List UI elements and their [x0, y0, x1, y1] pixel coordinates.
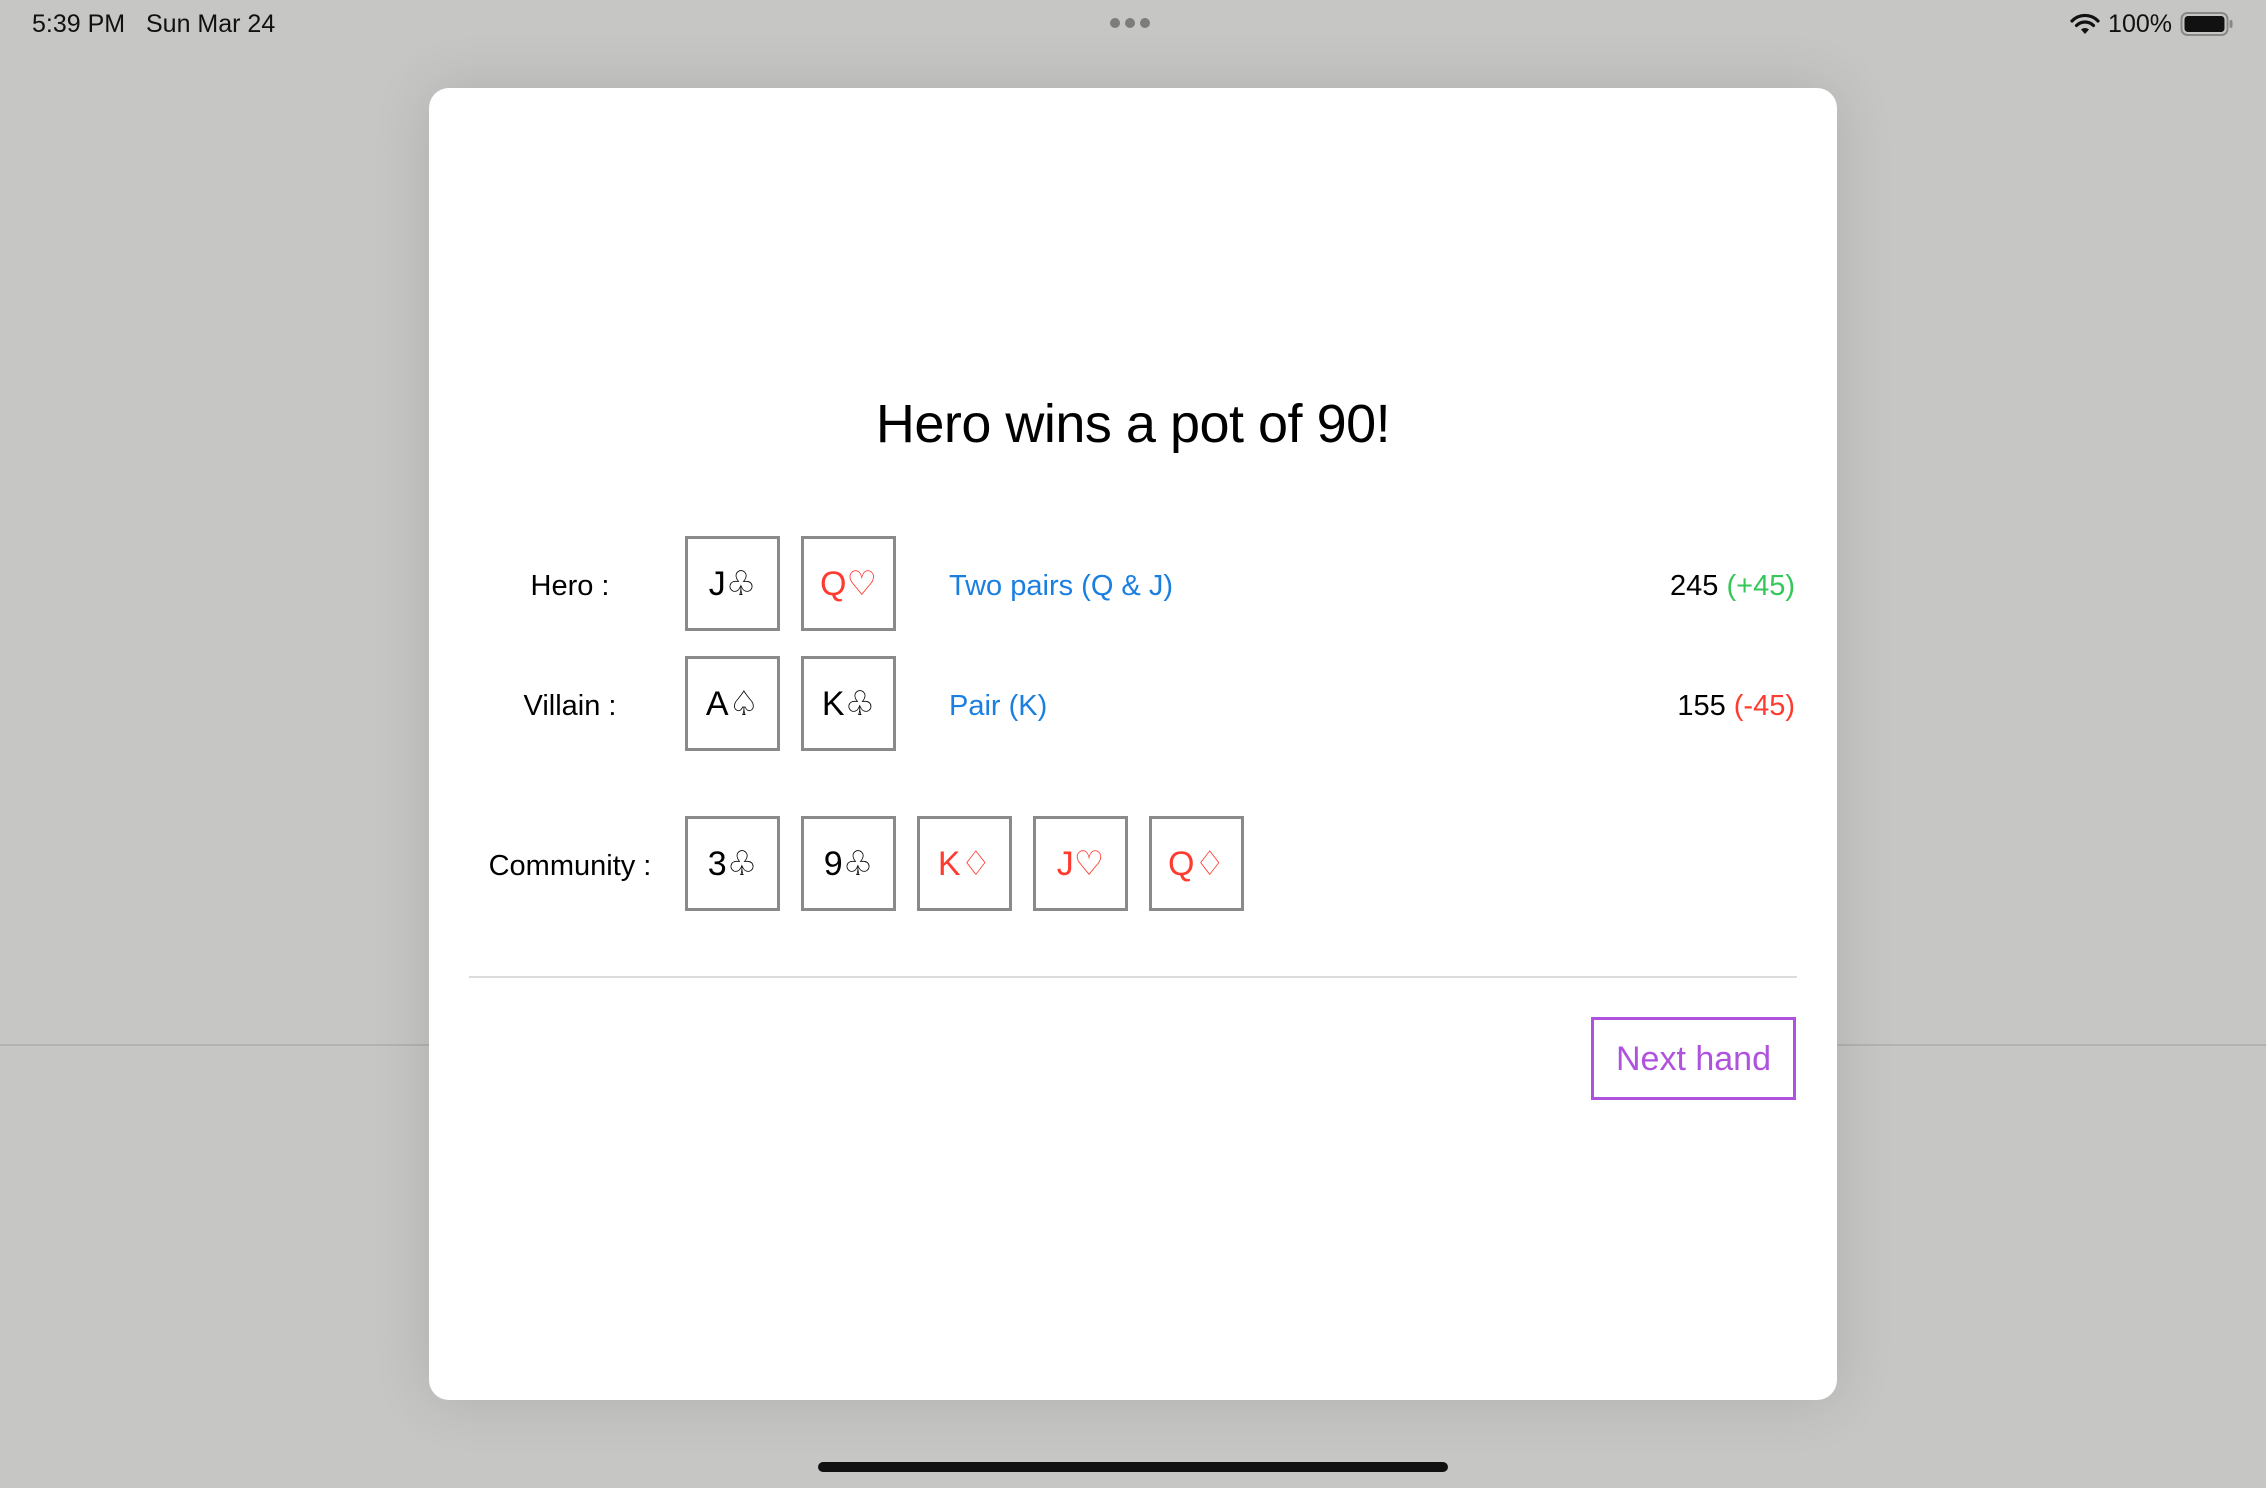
card-value: K♧ [821, 684, 876, 723]
result-title: Hero wins a pot of 90! [875, 394, 1391, 454]
community-card-2: 9♧ [801, 816, 896, 911]
multitask-dots-icon[interactable] [1110, 18, 1150, 28]
villain-card-1: A♤ [685, 656, 780, 751]
card-value: K♢ [937, 844, 992, 883]
community-label: Community : [488, 850, 652, 882]
villain-hand-name: Pair (K) [949, 690, 1048, 722]
villain-stack: 155 (-45) [1677, 688, 1795, 724]
wifi-icon [2070, 12, 2100, 36]
hand-result-dialog: Hero wins a pot of 90! Hero : J♧ Q♡ Two … [429, 88, 1837, 1400]
card-value: J♡ [1056, 844, 1105, 883]
hero-stack: 245 (+45) [1670, 568, 1795, 604]
community-card-5: Q♢ [1149, 816, 1244, 911]
card-value: Q♢ [1168, 844, 1225, 883]
card-value: Q♡ [820, 564, 877, 603]
dialog-divider [469, 976, 1797, 978]
card-value: 3♧ [707, 844, 758, 883]
battery-icon [2180, 11, 2234, 37]
status-time: 5:39 PM [32, 10, 126, 38]
community-card-4: J♡ [1033, 816, 1128, 911]
home-indicator[interactable] [818, 1462, 1448, 1472]
villain-card-2: K♧ [801, 656, 896, 751]
status-date: Sun Mar 24 [146, 10, 276, 38]
next-hand-button[interactable]: Next hand [1591, 1017, 1796, 1100]
hero-stack-delta: (+45) [1726, 570, 1795, 602]
hero-stack-value: 245 [1670, 570, 1719, 602]
community-card-1: 3♧ [685, 816, 780, 911]
villain-label: Villain : [523, 690, 617, 722]
villain-stack-delta: (-45) [1733, 690, 1795, 722]
status-indicators: 100% [2070, 8, 2234, 40]
villain-stack-value: 155 [1677, 690, 1726, 722]
community-card-3: K♢ [917, 816, 1012, 911]
card-value: 9♧ [823, 844, 874, 883]
hero-hand-name: Two pairs (Q & J) [949, 570, 1173, 602]
hero-card-1: J♧ [685, 536, 780, 631]
card-value: A♤ [705, 684, 760, 723]
card-value: J♧ [708, 564, 757, 603]
battery-percent: 100% [2108, 10, 2172, 38]
hero-label: Hero : [530, 570, 610, 602]
hero-card-2: Q♡ [801, 536, 896, 631]
